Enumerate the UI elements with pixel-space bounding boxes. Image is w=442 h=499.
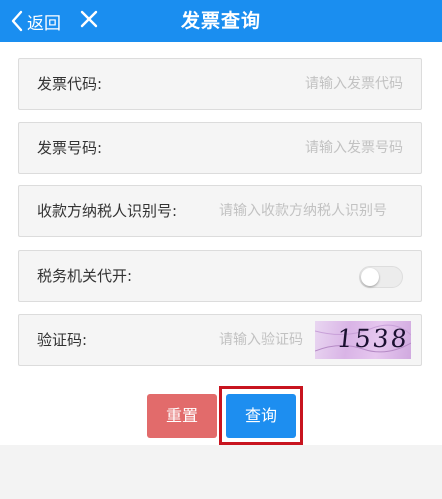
invoice-code-input[interactable] (203, 59, 403, 109)
page-title: 发票查询 (180, 10, 261, 32)
invoice-number-row: 发票号码: (18, 122, 422, 174)
payee-tax-id-row: 收款方纳税人识别号: (18, 185, 422, 237)
invoice-code-row: 发票代码: (18, 58, 422, 110)
reset-button[interactable]: 重置 (147, 394, 217, 438)
captcha-label: 验证码: (37, 331, 88, 349)
invoice-number-label: 发票号码: (37, 139, 103, 157)
captcha-image[interactable]: 1538 (315, 321, 411, 359)
invoice-query-form: 发票代码: 发票号码: 收款方纳税人识别号: 税务机关代开: 验证码: 1538 (0, 42, 442, 445)
invoice-number-input[interactable] (203, 123, 403, 173)
top-app-bar: 返回 发票查询 (0, 0, 442, 42)
payee-tax-id-label: 收款方纳税人识别号: (37, 202, 178, 220)
tax-office-issued-row: 税务机关代开: (18, 250, 422, 302)
captcha-input[interactable] (193, 315, 303, 365)
captcha-text: 1538 (335, 324, 411, 353)
tax-office-issued-label: 税务机关代开: (37, 267, 133, 285)
tax-office-issued-toggle[interactable] (359, 266, 403, 288)
toggle-knob (361, 268, 379, 286)
query-button[interactable]: 查询 (226, 394, 296, 438)
payee-tax-id-input[interactable] (219, 186, 409, 236)
invoice-code-label: 发票代码: (37, 75, 103, 93)
captcha-row: 验证码: 1538 (18, 314, 422, 366)
